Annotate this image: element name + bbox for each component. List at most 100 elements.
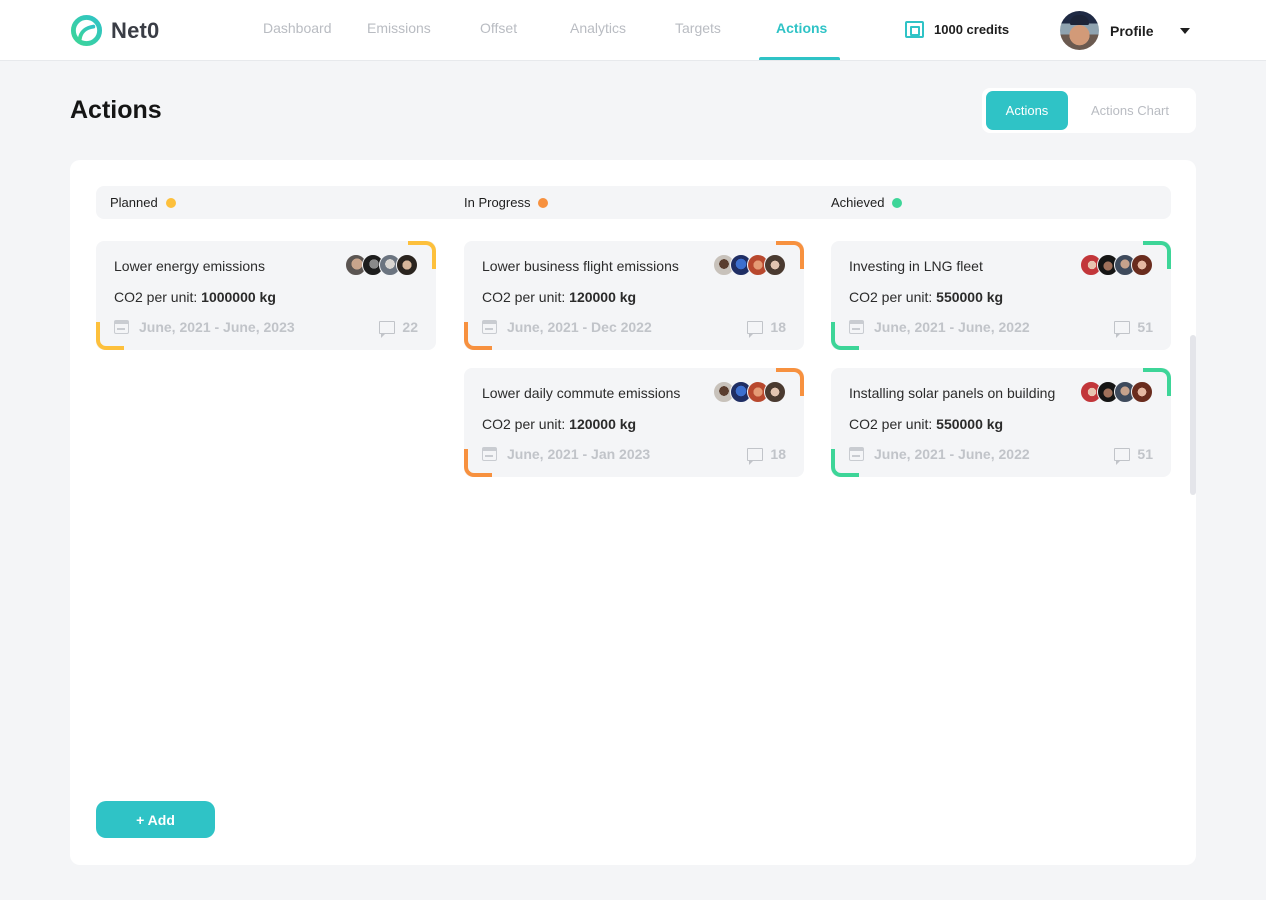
co2-value: 120000 kg [569, 289, 637, 305]
card-title: Installing solar panels on building [849, 385, 1056, 401]
card-comments[interactable]: 51 [1114, 446, 1153, 465]
active-tab-indicator [759, 57, 840, 60]
profile-menu[interactable]: Profile [1060, 11, 1190, 50]
nav-actions[interactable]: Actions [776, 20, 827, 36]
assignee-avatars[interactable] [1080, 381, 1153, 403]
date-range-text: June, 2021 - Jan 2023 [507, 446, 651, 462]
view-toggle: Actions Actions Chart [982, 88, 1196, 133]
co2-value: 550000 kg [936, 289, 1004, 305]
card-co2: CO2 per unit: 550000 kg [849, 416, 1003, 432]
card-title: Lower business flight emissions [482, 258, 679, 274]
comment-count: 18 [770, 446, 786, 462]
action-card[interactable]: Installing solar panels on building CO2 … [831, 368, 1171, 477]
avatar [764, 381, 786, 403]
calendar-icon [114, 320, 129, 334]
status-dot-icon [538, 197, 549, 208]
comment-count: 18 [770, 319, 786, 335]
action-card[interactable]: Lower daily commute emissions CO2 per un… [464, 368, 804, 477]
assignee-avatars[interactable] [1080, 254, 1153, 276]
column-header-in-progress: In Progress [464, 195, 549, 210]
nav-offset[interactable]: Offset [480, 20, 517, 36]
profile-label: Profile [1110, 22, 1154, 39]
co2-value: 1000000 kg [201, 289, 276, 305]
comment-icon [747, 447, 764, 465]
card-date-range: June, 2021 - Jan 2023 [482, 446, 650, 462]
column-label: Achieved [831, 195, 885, 210]
card-comments[interactable]: 51 [1114, 319, 1153, 338]
calendar-icon [482, 320, 497, 334]
card-date-range: June, 2021 - June, 2022 [849, 319, 1030, 335]
card-date-range: June, 2021 - June, 2023 [114, 319, 295, 335]
date-range-text: June, 2021 - June, 2023 [139, 319, 295, 335]
card-comments[interactable]: 18 [747, 319, 786, 338]
nav-targets[interactable]: Targets [675, 20, 721, 36]
comment-icon [379, 320, 396, 338]
card-co2: CO2 per unit: 120000 kg [482, 289, 636, 305]
leaf-ring-logo-icon [70, 14, 103, 47]
assignee-avatars[interactable] [345, 254, 418, 276]
column-label: In Progress [464, 195, 531, 210]
nav-emissions[interactable]: Emissions [367, 20, 431, 36]
status-dot-icon [165, 197, 176, 208]
avatar [1131, 381, 1153, 403]
co2-label: CO2 per unit: [849, 289, 937, 305]
card-date-range: June, 2021 - June, 2022 [849, 446, 1030, 462]
nav-analytics[interactable]: Analytics [570, 20, 626, 36]
comment-icon [747, 320, 764, 338]
card-co2: CO2 per unit: 550000 kg [849, 289, 1003, 305]
column-label: Planned [110, 195, 158, 210]
co2-label: CO2 per unit: [114, 289, 202, 305]
date-range-text: June, 2021 - June, 2022 [874, 446, 1030, 462]
comment-count: 51 [1137, 319, 1153, 335]
app-name: Net0 [111, 17, 160, 43]
card-date-range: June, 2021 - Dec 2022 [482, 319, 652, 335]
co2-label: CO2 per unit: [849, 416, 937, 432]
column-header-planned: Planned [110, 195, 176, 210]
status-dot-icon [892, 197, 903, 208]
credits-label: 1000 credits [934, 22, 1010, 37]
actions-chart-view-button[interactable]: Actions Chart [1068, 91, 1192, 130]
avatar [764, 254, 786, 276]
avatar [396, 254, 418, 276]
comment-icon [1114, 320, 1131, 338]
action-card[interactable]: Lower energy emissions CO2 per unit: 100… [96, 241, 436, 350]
card-comments[interactable]: 22 [379, 319, 418, 338]
top-navigation-bar: Net0 Dashboard Emissions Offset Analytic… [0, 0, 1266, 61]
calendar-icon [482, 447, 497, 461]
page-title: Actions [70, 96, 162, 124]
nav-dashboard[interactable]: Dashboard [263, 20, 332, 36]
column-header-achieved: Achieved [831, 195, 903, 210]
credits-display[interactable]: 1000 credits [905, 21, 1009, 38]
comment-icon [1114, 447, 1131, 465]
action-card[interactable]: Investing in LNG fleet CO2 per unit: 550… [831, 241, 1171, 350]
card-title: Investing in LNG fleet [849, 258, 983, 274]
card-title: Lower daily commute emissions [482, 385, 681, 401]
caret-down-icon[interactable] [1180, 28, 1190, 34]
user-avatar [1060, 11, 1099, 50]
card-co2: CO2 per unit: 1000000 kg [114, 289, 276, 305]
comment-count: 22 [402, 319, 418, 335]
co2-label: CO2 per unit: [482, 289, 570, 305]
card-comments[interactable]: 18 [747, 446, 786, 465]
comment-count: 51 [1137, 446, 1153, 462]
board-scrollbar[interactable] [1190, 335, 1196, 495]
assignee-avatars[interactable] [713, 381, 786, 403]
date-range-text: June, 2021 - June, 2022 [874, 319, 1030, 335]
date-range-text: June, 2021 - Dec 2022 [507, 319, 652, 335]
card-title: Lower energy emissions [114, 258, 265, 274]
calendar-icon [849, 320, 864, 334]
actions-board: Planned In Progress Achieved Lower energ… [70, 160, 1196, 865]
avatar [1131, 254, 1153, 276]
co2-value: 550000 kg [936, 416, 1004, 432]
wallet-icon [905, 21, 924, 38]
column-header-bar: Planned In Progress Achieved [96, 186, 1171, 219]
card-co2: CO2 per unit: 120000 kg [482, 416, 636, 432]
app-logo[interactable]: Net0 [70, 14, 160, 47]
co2-value: 120000 kg [569, 416, 637, 432]
co2-label: CO2 per unit: [482, 416, 570, 432]
calendar-icon [849, 447, 864, 461]
add-action-button[interactable]: + Add [96, 801, 215, 838]
actions-view-button[interactable]: Actions [986, 91, 1068, 130]
action-card[interactable]: Lower business flight emissions CO2 per … [464, 241, 804, 350]
assignee-avatars[interactable] [713, 254, 786, 276]
